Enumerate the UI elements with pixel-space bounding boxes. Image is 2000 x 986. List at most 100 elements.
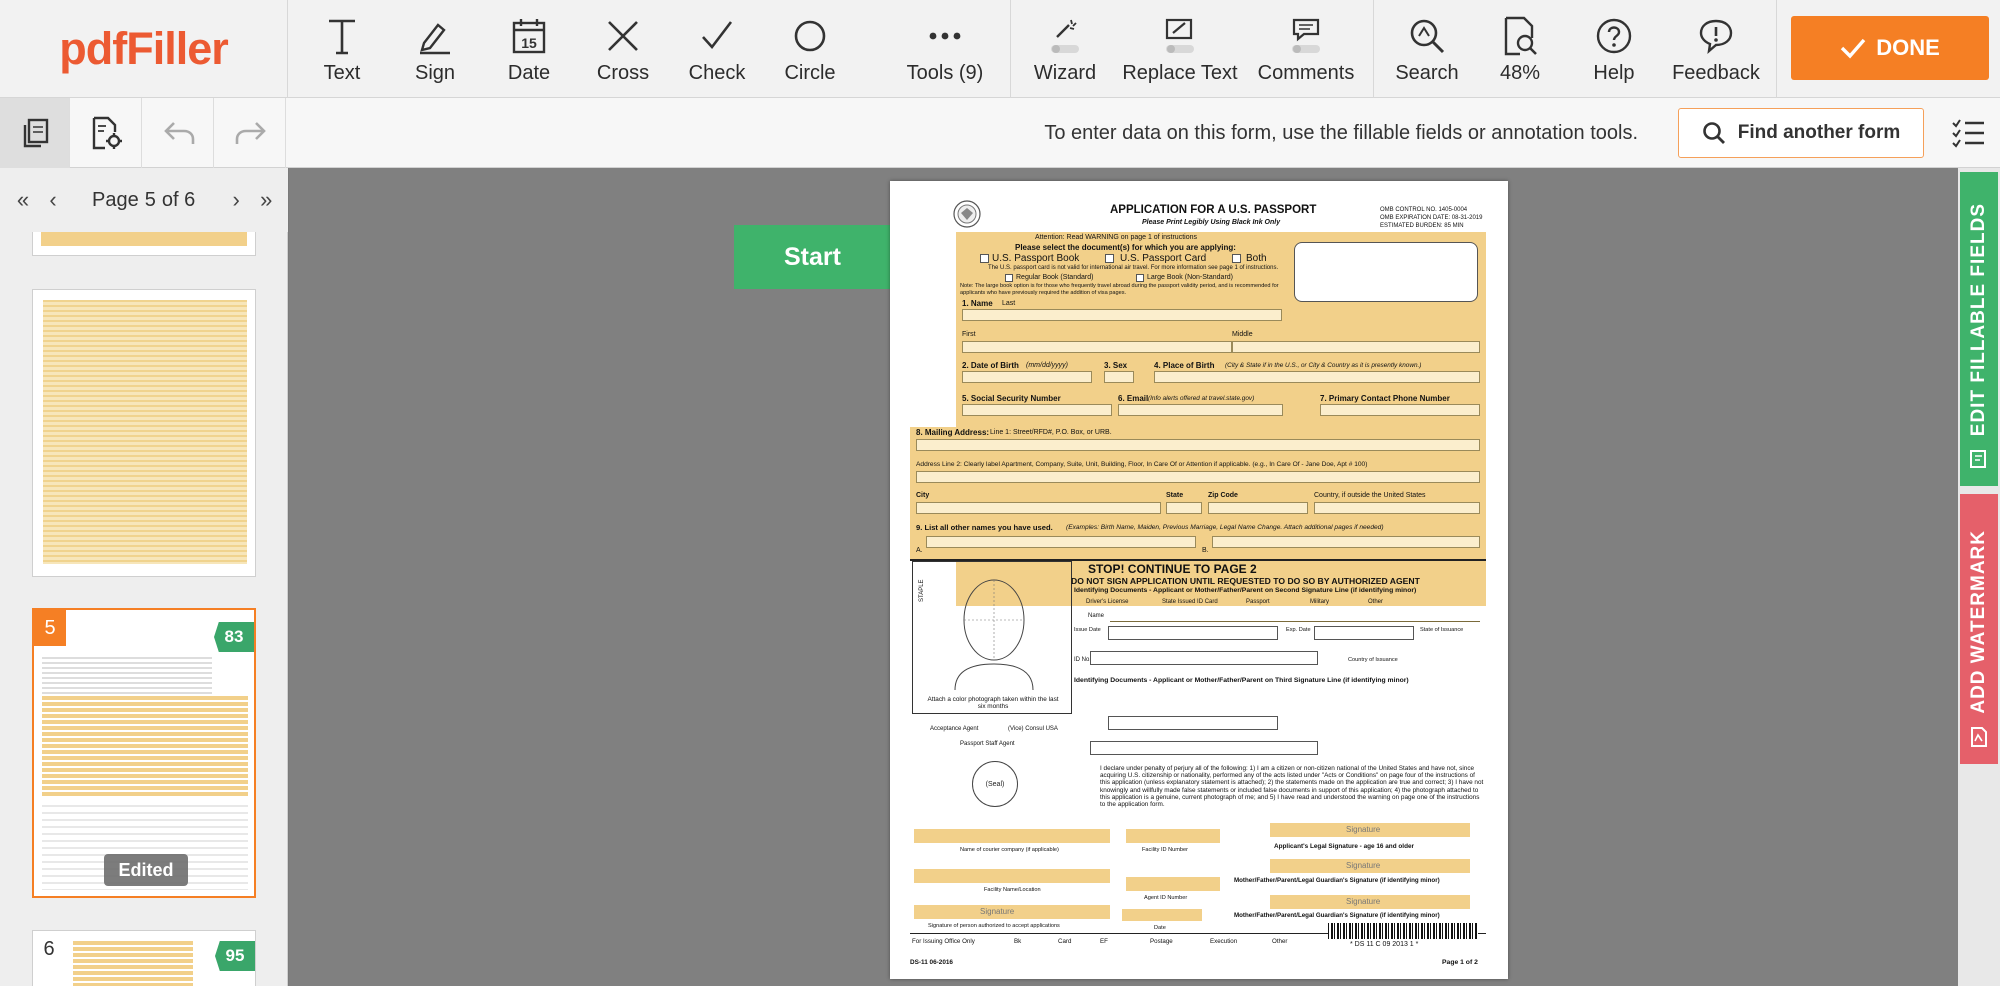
edit-fillable-fields-tab[interactable]: EDIT FILLABLE FIELDS <box>1960 172 1998 486</box>
page-thumbnail-3[interactable] <box>32 232 256 256</box>
tool-help[interactable]: Help <box>1582 0 1646 98</box>
field-3-label: 3. Sex <box>1104 361 1128 370</box>
tool-comments[interactable]: Comments <box>1256 0 1356 98</box>
sex-field[interactable] <box>1104 371 1134 383</box>
zoom-icon <box>1502 16 1538 56</box>
add-watermark-tab[interactable]: ADD WATERMARK <box>1960 494 1998 764</box>
tool-feedback-label: Feedback <box>1672 62 1760 84</box>
email-field[interactable] <box>1118 404 1283 416</box>
undo-button[interactable] <box>144 98 214 168</box>
tool-search[interactable]: Search <box>1390 0 1464 98</box>
tool-text-label: Text <box>323 62 361 84</box>
issuing-office-label: For Issuing Office Only <box>912 938 975 945</box>
first-page-button[interactable]: « <box>8 187 38 213</box>
feedback-icon <box>1697 16 1735 56</box>
pages-icon <box>23 118 48 148</box>
current-page[interactable]: 5 <box>145 189 156 212</box>
page-label: Page <box>92 188 139 211</box>
facility-id-label: Facility ID Number <box>1142 847 1189 853</box>
zip-field[interactable] <box>1208 502 1308 514</box>
id-docs-2: Identifying Documents - Applicant or Mot… <box>1074 587 1417 594</box>
tool-replace-text[interactable]: Replace Text <box>1118 0 1242 98</box>
address-line2-field[interactable] <box>916 471 1480 483</box>
book-note: Note: The large book option is for those… <box>960 283 1279 296</box>
issue-date-field-2[interactable] <box>1108 716 1278 730</box>
facility-id-field[interactable] <box>1126 829 1220 843</box>
execution-label: Execution <box>1210 938 1238 945</box>
omb-burden: ESTIMATED BURDEN: 85 MIN <box>1380 223 1464 229</box>
dob-field[interactable] <box>962 371 1092 383</box>
last-name-field[interactable] <box>962 309 1282 321</box>
country-issuance-label: Country of Issuance <box>1348 657 1398 663</box>
other-name-b-field[interactable] <box>1212 536 1480 548</box>
passport-card-checkbox[interactable] <box>1105 254 1114 263</box>
other-name-a-field[interactable] <box>926 536 1196 548</box>
regular-book-checkbox[interactable] <box>1005 274 1013 282</box>
date-label: Date <box>1154 925 1166 931</box>
field-7-label: 7. Primary Contact Phone Number <box>1320 394 1450 403</box>
address-line1-field[interactable] <box>916 439 1480 451</box>
tool-date[interactable]: 15 Date <box>499 0 559 98</box>
page-settings-button[interactable] <box>72 98 142 168</box>
done-button[interactable]: DONE <box>1791 16 1989 80</box>
city-field[interactable] <box>916 502 1161 514</box>
issue-date-field[interactable] <box>1108 626 1278 640</box>
state-field[interactable] <box>1166 502 1202 514</box>
tool-cross[interactable]: Cross <box>593 0 653 98</box>
tool-zoom[interactable]: 48% <box>1488 0 1552 98</box>
date-field[interactable] <box>1122 909 1202 921</box>
tool-circle[interactable]: Circle <box>780 0 840 98</box>
tool-check[interactable]: Check <box>687 0 747 98</box>
country-field[interactable] <box>1314 502 1480 514</box>
large-book-checkbox[interactable] <box>1136 274 1144 282</box>
field-2-label: 2. Date of Birth <box>962 361 1019 370</box>
pdffiller-logo[interactable]: pdfFiller <box>0 0 288 98</box>
page-thumbnail-6[interactable]: 6 95 <box>32 930 256 986</box>
list-view-button[interactable] <box>1948 108 1988 158</box>
exp-date-field[interactable] <box>1314 626 1414 640</box>
prev-page-button[interactable]: ‹ <box>38 187 68 213</box>
pdf-page[interactable]: APPLICATION FOR A U.S. PASSPORT Please P… <box>890 181 1508 979</box>
tool-feedback[interactable]: Feedback <box>1666 0 1766 98</box>
tool-replace-text-label: Replace Text <box>1122 62 1238 84</box>
ssn-field[interactable] <box>962 404 1112 416</box>
state-issuance-label: State of Issuance <box>1420 627 1464 633</box>
page-total: of 6 <box>161 188 196 211</box>
courier-field[interactable] <box>914 829 1110 843</box>
tool-wizard-label: Wizard <box>1033 62 1097 84</box>
pages-view-button[interactable] <box>0 98 70 168</box>
place-of-birth-field[interactable] <box>1154 371 1480 383</box>
phone-field[interactable] <box>1320 404 1480 416</box>
last-page-button[interactable]: » <box>251 187 281 213</box>
page-thumbnail-5[interactable]: 5 83 Edited <box>32 608 256 898</box>
id-number-field-2[interactable] <box>1090 741 1318 755</box>
thumbnail-preview <box>73 941 193 986</box>
id-name-line[interactable] <box>1110 621 1480 622</box>
checklist-icon <box>1952 119 1984 148</box>
middle-name-field[interactable] <box>1232 341 1480 353</box>
omb-control: OMB CONTROL NO. 1405-0004 <box>1380 207 1468 213</box>
signature-placeholder: Signature <box>980 907 1015 916</box>
tool-wizard[interactable]: Wizard <box>1025 0 1105 98</box>
facility-name-field[interactable] <box>914 869 1110 883</box>
find-another-form-button[interactable]: Find another form <box>1678 108 1924 158</box>
search-icon <box>1408 16 1446 56</box>
tool-text[interactable]: Text <box>312 0 372 98</box>
page-thumbnail-4[interactable]: 4 <box>32 289 256 577</box>
comment-icon <box>1286 16 1326 56</box>
id-number-field[interactable] <box>1090 651 1318 665</box>
both-checkbox[interactable] <box>1232 254 1241 263</box>
attention-text: Attention: Read WARNING on page 1 of ins… <box>1035 234 1197 241</box>
app-window: pdfFiller Text Sign 15 Date Cross Check … <box>0 0 2000 986</box>
tool-sign[interactable]: Sign <box>405 0 465 98</box>
next-page-button[interactable]: › <box>221 187 251 213</box>
redo-button[interactable] <box>216 98 286 168</box>
passport-book-checkbox[interactable] <box>980 254 989 263</box>
agent-id-field[interactable] <box>1126 877 1220 891</box>
tool-cross-label: Cross <box>596 62 650 84</box>
city-label: City <box>916 492 930 499</box>
tool-more[interactable]: Tools (9) <box>900 0 990 98</box>
toolbar-divider <box>1776 0 1777 98</box>
exp-date-label: Exp. Date <box>1286 627 1311 633</box>
first-name-field[interactable] <box>962 341 1232 353</box>
